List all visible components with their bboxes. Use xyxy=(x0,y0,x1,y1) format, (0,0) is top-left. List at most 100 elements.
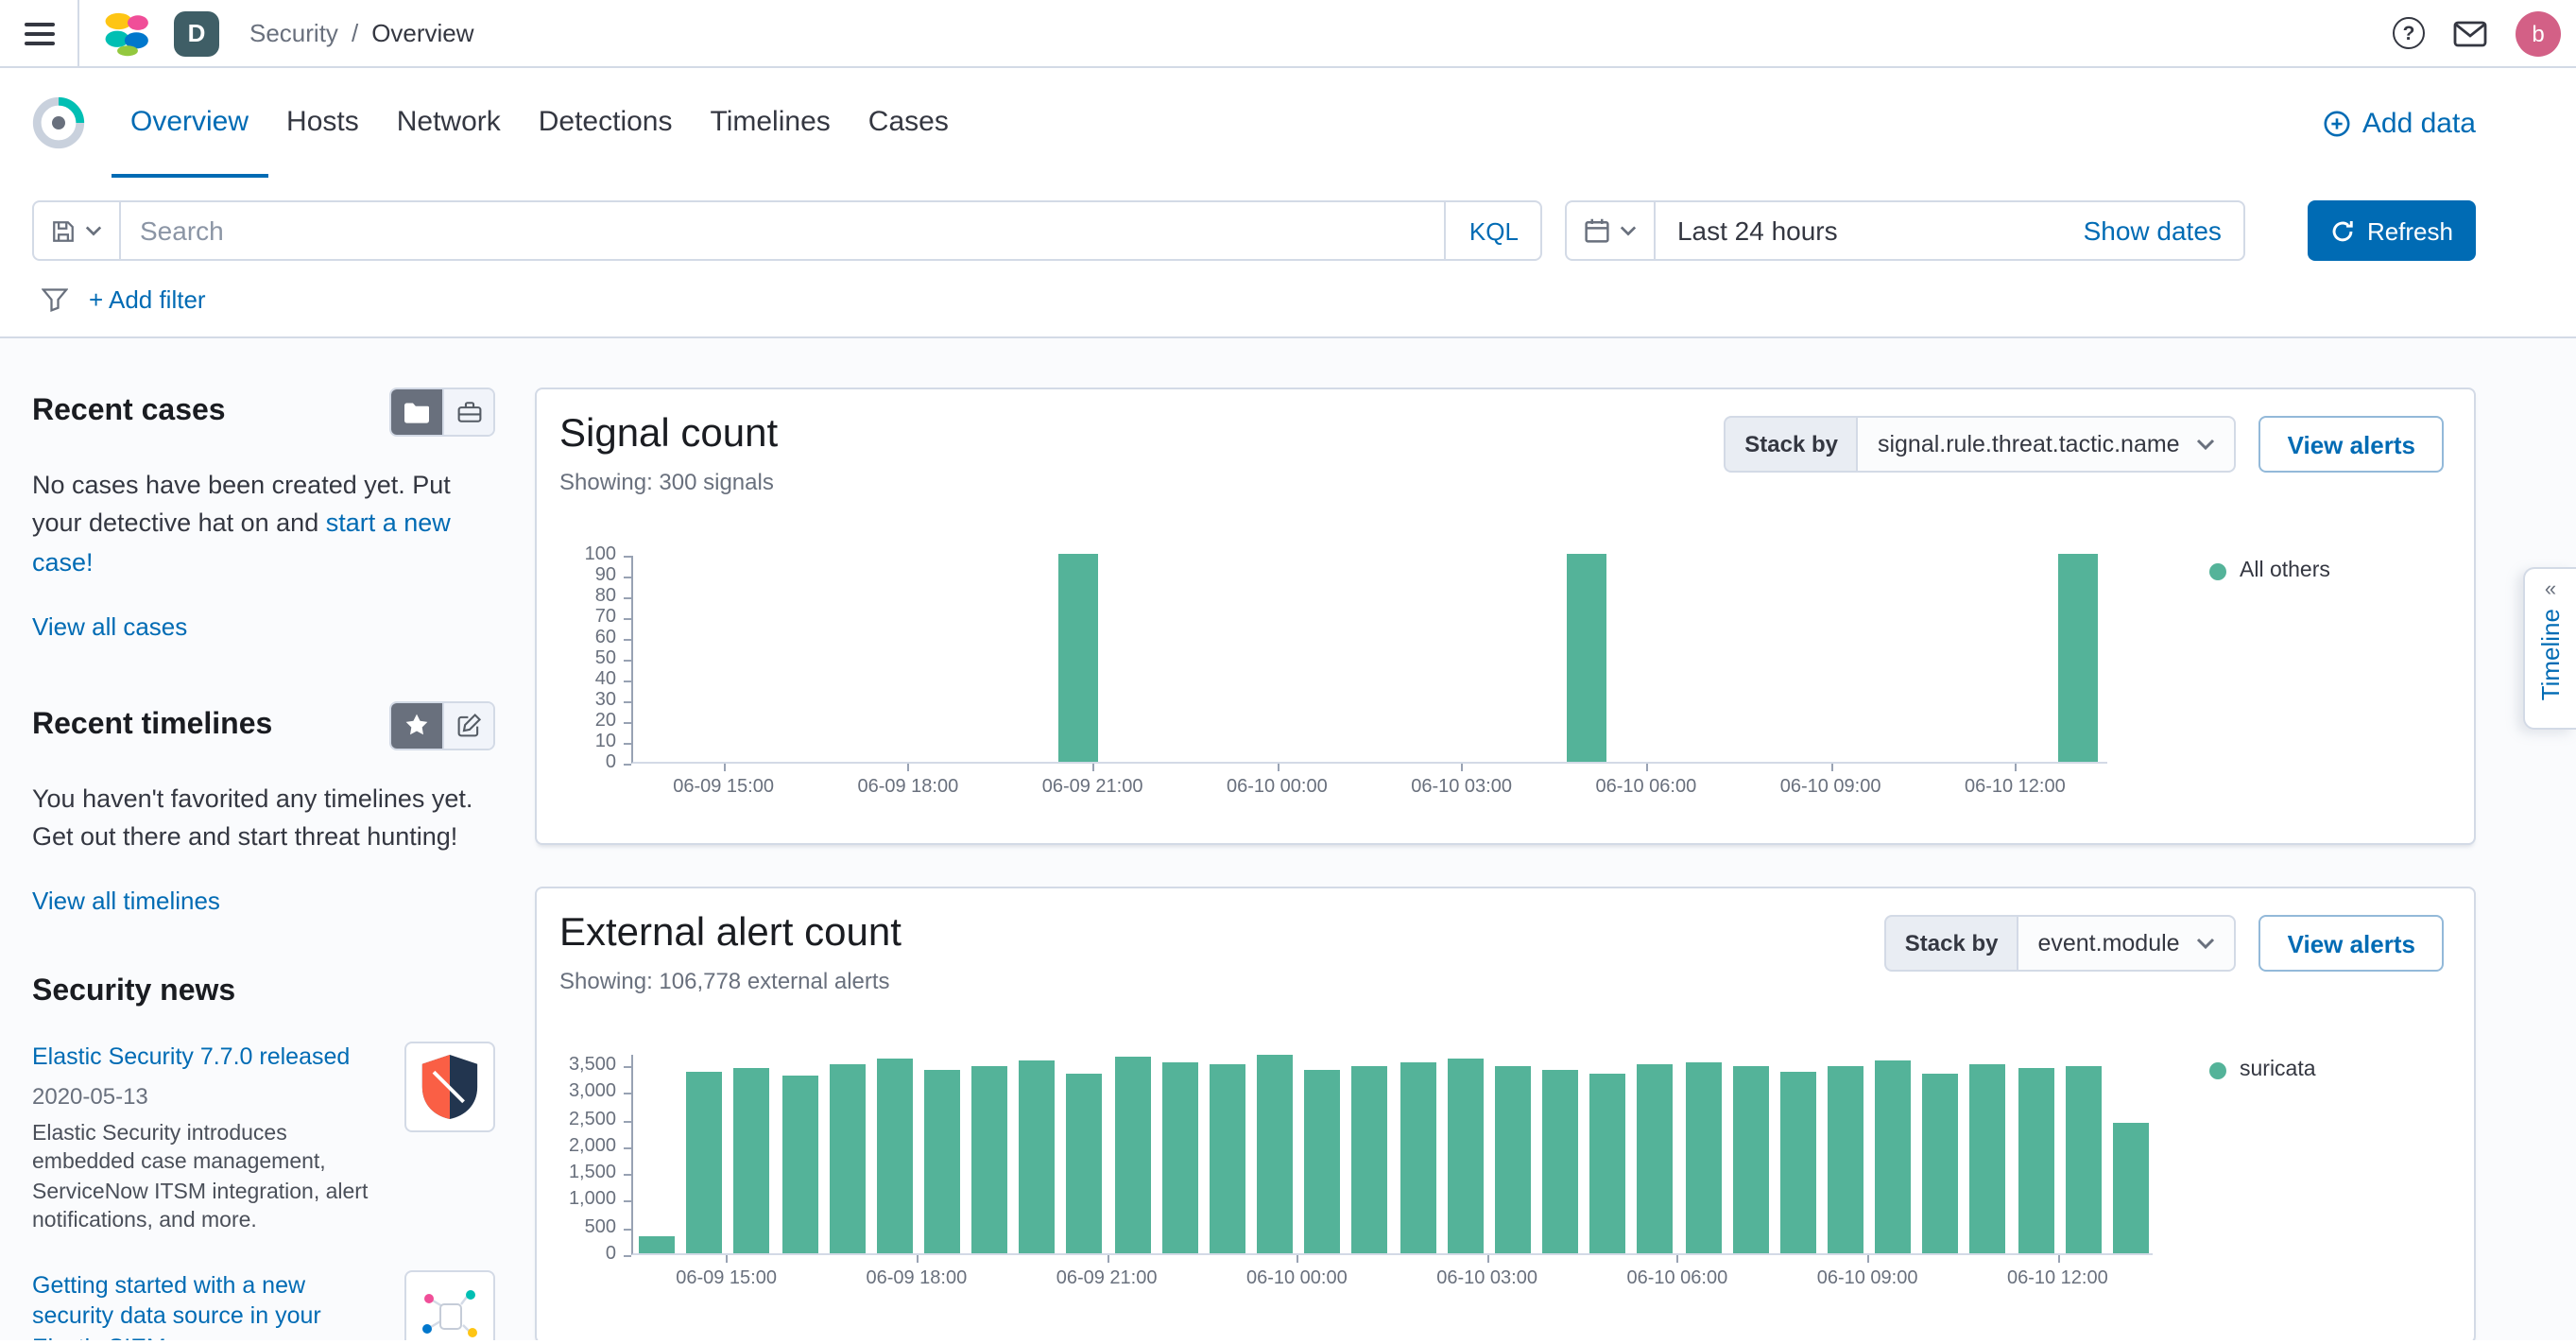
date-picker: Last 24 hours Show dates xyxy=(1565,200,2246,261)
saved-query-menu-button[interactable] xyxy=(34,202,121,259)
chart-bar xyxy=(2065,1066,2102,1253)
date-quick-menu-button[interactable] xyxy=(1568,202,1657,259)
y-tick-label: 1,000 xyxy=(568,1189,616,1211)
chart-bar xyxy=(1019,1060,1056,1253)
tab-timelines[interactable]: Timelines xyxy=(692,68,850,178)
chart-bar xyxy=(1542,1070,1579,1253)
news-item: Elastic Security 7.7.0 released 2020-05-… xyxy=(32,1042,495,1239)
date-range-value[interactable]: Last 24 hours xyxy=(1657,215,2061,246)
y-tick-mark xyxy=(624,1255,631,1257)
x-tick-mark xyxy=(2057,1255,2060,1263)
news-item-date: 2020-05-13 xyxy=(32,1082,148,1109)
tab-network[interactable]: Network xyxy=(378,68,520,178)
chart-bar xyxy=(971,1066,1008,1253)
news-item-thumbnail[interactable] xyxy=(404,1270,495,1340)
filter-icon xyxy=(42,287,68,311)
news-item-title-link[interactable]: Getting started with a new security data… xyxy=(32,1270,386,1340)
add-data-button[interactable]: Add data xyxy=(2323,107,2476,139)
chart-bar xyxy=(1566,554,1606,762)
news-item-title-link[interactable]: Elastic Security 7.7.0 released xyxy=(32,1042,386,1074)
recent-timelines-section: Recent timelines You haven't favorited a… xyxy=(32,700,495,920)
newsfeed-button[interactable] xyxy=(2453,20,2487,46)
y-tick-mark xyxy=(624,722,631,724)
news-item-thumbnail[interactable] xyxy=(404,1042,495,1133)
external-stack-by-select[interactable]: event.module xyxy=(2017,915,2237,972)
chart-bar xyxy=(733,1068,770,1253)
x-tick-label: 06-09 21:00 xyxy=(1056,1268,1158,1289)
legend-item[interactable]: All others xyxy=(2209,560,2330,582)
x-tick-label: 06-10 12:00 xyxy=(2006,1268,2108,1289)
my-reported-cases-button[interactable] xyxy=(442,389,493,435)
add-filter-button[interactable]: + Add filter xyxy=(89,284,206,313)
favorite-timelines-button[interactable] xyxy=(391,702,442,749)
view-all-cases-link[interactable]: View all cases xyxy=(32,612,187,641)
header-right: ? b xyxy=(2393,10,2561,56)
y-tick-mark xyxy=(624,1200,631,1203)
chart-plot[interactable] xyxy=(631,1054,2153,1255)
main-area: Signal count Showing: 300 signals Stack … xyxy=(535,388,2476,1340)
chart-bar xyxy=(1114,1056,1151,1253)
signal-count-chart[interactable]: 0 10 20 30 40 50 60 70 80 90 100 06-09 15:00 06-09 1… xyxy=(559,545,2107,813)
chart-plot[interactable] xyxy=(631,554,2107,764)
tab-cases[interactable]: Cases xyxy=(850,68,968,178)
y-tick-label: 30 xyxy=(594,690,616,711)
view-all-timelines-link[interactable]: View all timelines xyxy=(32,887,220,916)
help-button[interactable]: ? xyxy=(2393,17,2425,49)
signal-count-title: Signal count xyxy=(559,412,779,456)
search-input[interactable] xyxy=(121,215,1445,246)
tab-overview[interactable]: Overview xyxy=(112,68,268,178)
timeline-flyout-toggle[interactable]: « Timeline xyxy=(2523,567,2576,730)
y-tick-label: 0 xyxy=(605,752,616,773)
y-tick-label: 70 xyxy=(594,607,616,628)
external-alert-chart[interactable]: 0 500 1,000 1,500 2,000 2,500 3,000 3,500 06-09 … xyxy=(559,1054,2153,1304)
chart-bar xyxy=(1351,1065,1388,1253)
chart-bar xyxy=(876,1059,913,1253)
add-data-label: Add data xyxy=(2361,107,2476,139)
space-badge[interactable]: D xyxy=(174,10,219,56)
tab-hosts[interactable]: Hosts xyxy=(267,68,378,178)
tab-bar: Overview Hosts Network Detections Timeli… xyxy=(112,68,968,178)
y-tick-label: 20 xyxy=(594,711,616,732)
x-tick-mark xyxy=(1645,764,1648,771)
y-tick-label: 80 xyxy=(594,586,616,607)
recent-cases-filter-group xyxy=(389,388,495,437)
refresh-label: Refresh xyxy=(2366,216,2453,245)
x-tick-label: 06-10 06:00 xyxy=(1626,1268,1728,1289)
chart-bar xyxy=(1969,1064,2006,1253)
y-tick-label: 1,500 xyxy=(568,1163,616,1184)
chart-bar xyxy=(1779,1072,1816,1253)
query-language-button[interactable]: KQL xyxy=(1444,202,1541,259)
chart-bar xyxy=(1058,554,1099,762)
elastic-logo[interactable] xyxy=(104,9,151,57)
y-tick-label: 2,500 xyxy=(568,1109,616,1130)
external-alert-count-panel: External alert count Showing: 106,778 ex… xyxy=(535,887,2476,1340)
stack-by-label: Stack by xyxy=(1724,416,1857,473)
news-item-description: Elastic Security introduces embedded cas… xyxy=(32,1122,369,1233)
query-row: KQL Last 24 hours Show dates Refresh xyxy=(32,200,2476,261)
chart-bar xyxy=(1400,1061,1436,1253)
recent-cases-title: Recent cases xyxy=(32,395,226,427)
signal-view-alerts-button[interactable]: View alerts xyxy=(2258,416,2444,473)
signal-stack-by-select[interactable]: signal.rule.threat.tactic.name xyxy=(1856,416,2237,473)
show-dates-button[interactable]: Show dates xyxy=(2061,215,2244,246)
tab-detections[interactable]: Detections xyxy=(520,68,692,178)
breadcrumb-separator: / xyxy=(351,19,359,47)
signal-stack-by-value: signal.rule.threat.tactic.name xyxy=(1877,431,2180,457)
x-tick-mark xyxy=(2015,764,2018,771)
refresh-button[interactable]: Refresh xyxy=(2308,200,2476,261)
chart-bar xyxy=(1685,1061,1722,1253)
x-tick-label: 06-10 03:00 xyxy=(1436,1268,1537,1289)
recently-created-cases-button[interactable] xyxy=(391,389,442,435)
chart-bar xyxy=(1827,1066,1863,1253)
breadcrumb-security[interactable]: Security xyxy=(249,19,338,47)
breadcrumb-overview: Overview xyxy=(371,19,474,47)
legend-item[interactable]: suricata xyxy=(2209,1059,2316,1081)
x-tick-mark xyxy=(1092,764,1095,771)
y-tick-mark xyxy=(624,597,631,599)
x-tick-mark xyxy=(1676,1255,1679,1263)
user-avatar[interactable]: b xyxy=(2516,10,2561,56)
hamburger-menu-icon[interactable] xyxy=(0,0,79,66)
last-updated-timelines-button[interactable] xyxy=(442,702,493,749)
external-view-alerts-button[interactable]: View alerts xyxy=(2258,915,2444,972)
y-tick-label: 100 xyxy=(584,544,616,565)
